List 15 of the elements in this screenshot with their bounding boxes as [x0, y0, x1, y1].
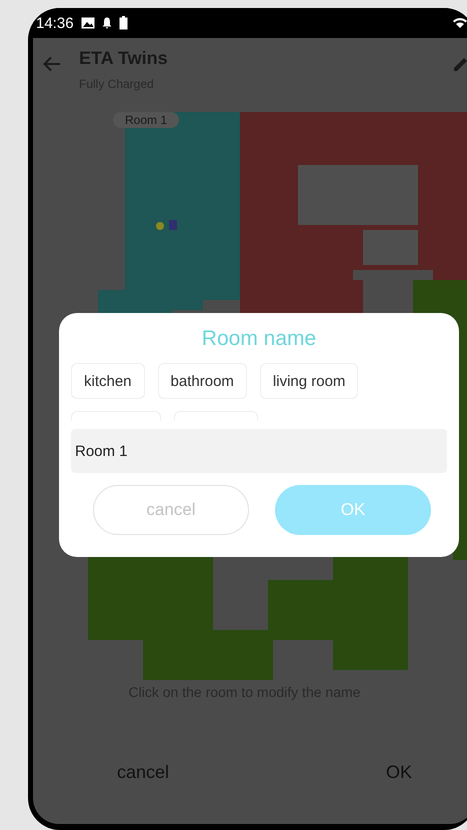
dialog-button[interactable]: OK — [275, 485, 431, 535]
status-time: 14:36 — [36, 14, 74, 32]
suggestion-chip[interactable]: kitchen — [71, 363, 145, 399]
bell-icon — [102, 17, 112, 29]
suggestion-chip[interactable]: bathroom — [158, 363, 247, 399]
room-name-input[interactable]: Room 1 — [71, 429, 447, 473]
back-arrow-icon[interactable] — [43, 56, 61, 72]
bottom-action-button[interactable]: cancel — [113, 758, 174, 787]
battery-icon — [118, 16, 128, 30]
bottom-action-button[interactable]: OK — [382, 758, 416, 787]
dialog-title: Room name — [200, 327, 318, 351]
suggestion-chip[interactable]: living room — [260, 363, 358, 399]
room-label[interactable]: Room 1 — [113, 112, 180, 128]
dialog-button[interactable]: cancel — [93, 485, 249, 535]
image-icon — [80, 17, 95, 29]
